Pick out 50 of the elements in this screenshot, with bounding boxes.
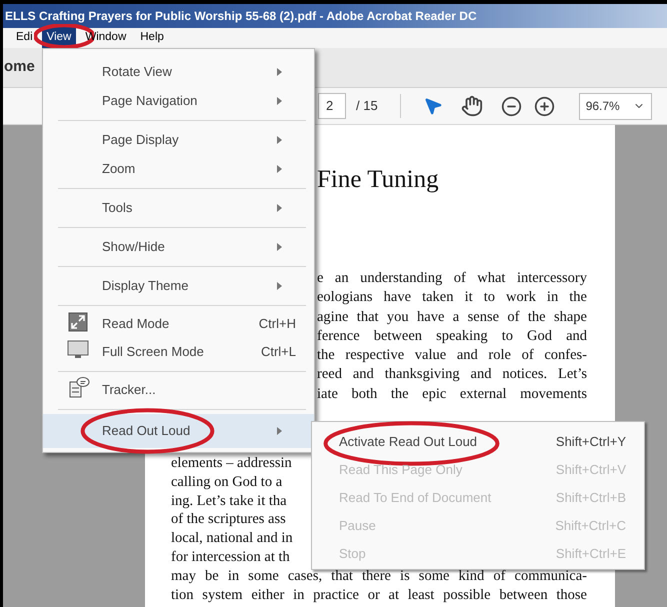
submenu-arrow-icon xyxy=(277,68,282,76)
expand-icon xyxy=(68,312,88,332)
menu-item[interactable]: Tools xyxy=(43,193,314,222)
page-number-field[interactable]: 2 xyxy=(318,93,346,119)
body-text-line: tion system either in practice or at least possible between those xyxy=(171,586,587,604)
submenu-arrow-icon xyxy=(277,164,282,172)
menu-item[interactable]: Read Mode Ctrl+H xyxy=(43,310,314,338)
menu-item[interactable]: Show/Hide xyxy=(43,232,314,261)
tracker-icon xyxy=(68,376,90,398)
body-text-line: local, national and in xyxy=(171,529,293,548)
hand-icon[interactable] xyxy=(460,95,483,117)
window-title: ELLS Crafting Prayers for Public Worship 55-68 (2).pdf - Adobe Acrobat Reader DC xyxy=(5,8,477,25)
body-text-line: the respective value and role of confes- xyxy=(317,346,587,366)
zoom-in-icon[interactable] xyxy=(534,96,555,116)
page-count: / 15 xyxy=(356,97,378,116)
body-text-line: may be in some cases, that there is some kind of communica- xyxy=(171,566,587,586)
menu-item[interactable]: Tracker... xyxy=(43,376,314,404)
zoom-out-icon[interactable] xyxy=(500,96,522,116)
submenu-arrow-icon xyxy=(277,204,282,212)
monitor-icon xyxy=(67,340,89,360)
menu-item[interactable]: Read Out Loud xyxy=(43,414,314,448)
body-text-line: ing. Let’s take it tha xyxy=(171,492,287,510)
submenu-arrow-icon xyxy=(277,136,282,144)
menu-item[interactable]: Page Display xyxy=(43,125,314,154)
body-text-line: e an understanding of what intercessory xyxy=(317,269,587,288)
body-text-line: calling on God to a xyxy=(171,472,282,492)
select-cursor-icon[interactable] xyxy=(422,96,443,116)
submenu-arrow-icon xyxy=(277,242,282,250)
submenu-item[interactable]: Activate Read Out Loud Shift+Ctrl+Y xyxy=(312,428,644,456)
menu-bar-item[interactable]: Help xyxy=(135,27,169,49)
menu-item[interactable]: Full Screen Mode Ctrl+L xyxy=(43,338,314,366)
submenu-arrow-icon xyxy=(277,427,282,435)
menu-item[interactable]: Rotate View xyxy=(43,57,314,86)
body-text-line: of the scriptures ass xyxy=(171,510,286,530)
submenu-arrow-icon xyxy=(277,96,282,104)
body-text-line: iate both the epic external movements xyxy=(317,384,587,404)
body-text-line: eologians have taken it to work in the xyxy=(317,288,587,308)
menu-item[interactable]: Page Navigation xyxy=(43,86,314,115)
page-heading: Fine Tuning xyxy=(317,165,440,195)
body-text-line: ference between speaking to God and xyxy=(317,326,587,346)
body-text-line: agine that you have a sense of the shape xyxy=(317,308,587,327)
zoom-dropdown[interactable]: 96.7% xyxy=(578,92,652,120)
body-text-line: for intercession at th xyxy=(171,548,290,567)
body-text-line: elements – addressin xyxy=(171,454,292,473)
menu-item[interactable]: Display Theme xyxy=(43,271,314,300)
menu-bar-item[interactable]: Edi xyxy=(11,27,38,49)
menu-item[interactable]: Zoom xyxy=(43,154,314,183)
submenu-arrow-icon xyxy=(277,282,282,290)
tab[interactable]: ome xyxy=(4,56,35,79)
body-text-line: reed and thanksgiving and notices. Let’s xyxy=(317,365,587,384)
